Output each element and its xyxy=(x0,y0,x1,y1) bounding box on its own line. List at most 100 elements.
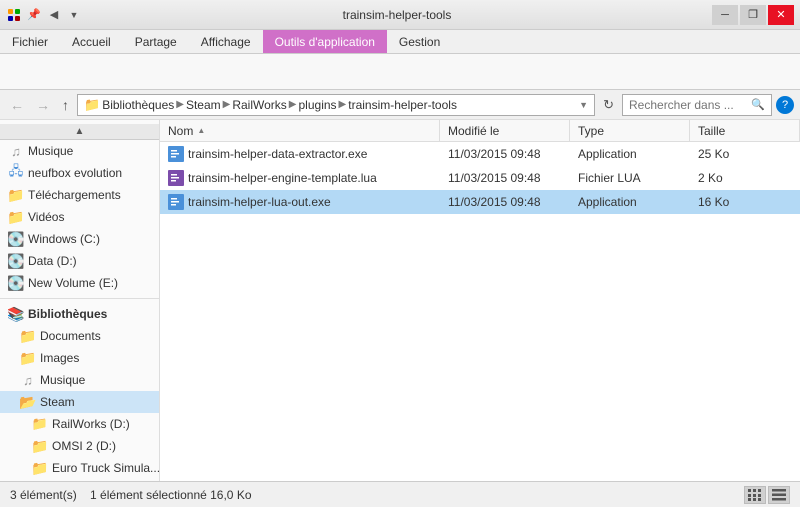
file-name-3: trainsim-helper-lua-out.exe xyxy=(188,195,331,209)
sidebar-item-neufbox[interactable]: 🖧 neufbox evolution xyxy=(0,162,159,184)
file-type-cell-2: Fichier LUA xyxy=(570,171,690,185)
col-header-taille[interactable]: Taille xyxy=(690,120,800,141)
refresh-button[interactable]: ↻ xyxy=(599,95,618,115)
search-input[interactable] xyxy=(629,98,751,112)
breadcrumb-sep-2: ▶ xyxy=(223,99,231,110)
back-button[interactable]: ← xyxy=(6,95,28,115)
col-type-label: Type xyxy=(578,124,604,138)
search-box[interactable]: 🔍 xyxy=(622,94,772,116)
ribbon-bar xyxy=(0,54,800,90)
breadcrumb-item-plugins[interactable]: plugins xyxy=(299,98,337,112)
exe-icon-2 xyxy=(168,194,184,210)
drive-icon-windows: 💽 xyxy=(8,231,24,247)
items-count-label: 3 élément(s) xyxy=(10,488,77,502)
sidebar-item-videos[interactable]: 📁 Vidéos xyxy=(0,206,159,228)
breadcrumb-item-steam[interactable]: Steam xyxy=(186,98,221,112)
window-title: trainsim-helper-tools xyxy=(82,8,712,22)
table-row[interactable]: trainsim-helper-engine-template.lua 11/0… xyxy=(160,166,800,190)
detail-view-button[interactable] xyxy=(768,486,790,504)
up-button[interactable]: ↑ xyxy=(58,95,73,115)
sidebar-item-eurotruck[interactable]: 📁 Euro Truck Simula... xyxy=(0,457,159,479)
sidebar-label-eurotruck: Euro Truck Simula... xyxy=(52,461,159,475)
list-view-button[interactable] xyxy=(744,486,766,504)
sidebar-item-steam[interactable]: 📂 Steam xyxy=(0,391,159,413)
sidebar-label-musique2: Musique xyxy=(40,373,85,387)
tab-fichier[interactable]: Fichier xyxy=(0,30,60,53)
back-arrow-icon: ◀ xyxy=(46,7,62,23)
table-row[interactable]: trainsim-helper-lua-out.exe 11/03/2015 0… xyxy=(160,190,800,214)
file-size-cell-2: 2 Ko xyxy=(690,171,800,185)
sidebar-item-documents[interactable]: 📁 Documents xyxy=(0,325,159,347)
close-button[interactable]: ✕ xyxy=(768,5,794,25)
sidebar-item-telechargements[interactable]: 📁 Téléchargements xyxy=(0,184,159,206)
sidebar-item-data[interactable]: 💽 Data (D:) xyxy=(0,250,159,272)
breadcrumb-sep-4: ▶ xyxy=(339,99,347,110)
title-bar: 📌 ◀ ▼ trainsim-helper-tools ─ ❐ ✕ xyxy=(0,0,800,30)
col-header-type[interactable]: Type xyxy=(570,120,690,141)
tab-affichage[interactable]: Affichage xyxy=(189,30,263,53)
exe-icon-1 xyxy=(168,146,184,162)
file-type-cell-1: Application xyxy=(570,147,690,161)
sidebar-item-windows[interactable]: 💽 Windows (C:) xyxy=(0,228,159,250)
sidebar-scroll-up[interactable]: ▲ xyxy=(0,124,159,140)
file-name-cell-3: trainsim-helper-lua-out.exe xyxy=(160,194,440,210)
address-bar[interactable]: 📁 Bibliothèques ▶ Steam ▶ RailWorks ▶ pl… xyxy=(77,94,595,116)
help-button[interactable]: ? xyxy=(776,96,794,114)
file-area: Nom ▲ Modifié le Type Taille xyxy=(160,120,800,481)
breadcrumb-item-current: trainsim-helper-tools xyxy=(348,98,457,112)
selection-info-label: 1 élément sélectionné 16,0 Ko xyxy=(90,488,251,502)
sidebar-item-musique[interactable]: ♫ Musique xyxy=(0,140,159,162)
sidebar-item-omsi[interactable]: 📁 OMSI 2 (D:) xyxy=(0,435,159,457)
sidebar-label-telechargements: Téléchargements xyxy=(28,188,121,202)
tab-gestion[interactable]: Gestion xyxy=(387,30,452,53)
col-nom-sort-icon: ▲ xyxy=(197,126,205,135)
sidebar-divider-1 xyxy=(0,298,159,299)
tab-partage[interactable]: Partage xyxy=(123,30,189,53)
main-layout: ▲ ♫ Musique 🖧 neufbox evolution 📁 Téléch… xyxy=(0,120,800,481)
col-nom-label: Nom xyxy=(168,124,193,138)
folder-icon-videos: 📁 xyxy=(8,209,24,225)
breadcrumb-item-libraries[interactable]: Bibliothèques xyxy=(102,98,174,112)
sidebar-label-neufbox: neufbox evolution xyxy=(28,166,122,180)
sidebar-item-images[interactable]: 📁 Images xyxy=(0,347,159,369)
col-header-nom[interactable]: Nom ▲ xyxy=(160,120,440,141)
tab-outils[interactable]: Outils d'application xyxy=(263,30,387,53)
sidebar-item-newvolume[interactable]: 💽 New Volume (E:) xyxy=(0,272,159,294)
breadcrumb-folder-icon: 📁 xyxy=(84,97,100,113)
minimize-button[interactable]: ─ xyxy=(712,5,738,25)
table-row[interactable]: trainsim-helper-data-extractor.exe 11/03… xyxy=(160,142,800,166)
folder-icon-omsi: 📁 xyxy=(32,438,48,454)
sidebar-item-railworks[interactable]: 📁 RailWorks (D:) xyxy=(0,413,159,435)
status-view-buttons xyxy=(744,486,790,504)
file-type-cell-3: Application xyxy=(570,195,690,209)
breadcrumb-item-railworks[interactable]: RailWorks xyxy=(232,98,286,112)
col-header-modifie[interactable]: Modifié le xyxy=(440,120,570,141)
breadcrumb-sep-1: ▶ xyxy=(176,99,184,110)
network-icon: 🖧 xyxy=(8,165,24,181)
address-dropdown-icon[interactable]: ▼ xyxy=(579,100,588,110)
file-date-cell-2: 11/03/2015 09:48 xyxy=(440,171,570,185)
sidebar-label-railworks: RailWorks (D:) xyxy=(52,417,130,431)
sidebar-item-videos2[interactable]: 📁 Vidéos xyxy=(0,479,159,481)
tab-accueil[interactable]: Accueil xyxy=(60,30,123,53)
sidebar-label-documents: Documents xyxy=(40,329,101,343)
forward-button[interactable]: → xyxy=(32,95,54,115)
status-bar: 3 élément(s) 1 élément sélectionné 16,0 … xyxy=(0,481,800,507)
sidebar-item-bibliotheques[interactable]: 📚 Bibliothèques xyxy=(0,303,159,325)
restore-button[interactable]: ❐ xyxy=(740,5,766,25)
folder-icon-steam: 📂 xyxy=(20,394,36,410)
col-modifie-label: Modifié le xyxy=(448,124,499,138)
file-name-cell-1: trainsim-helper-data-extractor.exe xyxy=(160,146,440,162)
app-icon xyxy=(6,7,22,23)
col-taille-label: Taille xyxy=(698,124,725,138)
drive-icon-newvolume: 💽 xyxy=(8,275,24,291)
file-date-cell-3: 11/03/2015 09:48 xyxy=(440,195,570,209)
search-icon: 🔍 xyxy=(751,98,765,111)
file-list: trainsim-helper-data-extractor.exe 11/03… xyxy=(160,142,800,481)
sidebar-label-data: Data (D:) xyxy=(28,254,77,268)
sidebar-label-windows: Windows (C:) xyxy=(28,232,100,246)
pin-icon: 📌 xyxy=(26,7,42,23)
sidebar-item-musique2[interactable]: ♫ Musique xyxy=(0,369,159,391)
drive-icon-data: 💽 xyxy=(8,253,24,269)
sidebar-label-newvolume: New Volume (E:) xyxy=(28,276,118,290)
